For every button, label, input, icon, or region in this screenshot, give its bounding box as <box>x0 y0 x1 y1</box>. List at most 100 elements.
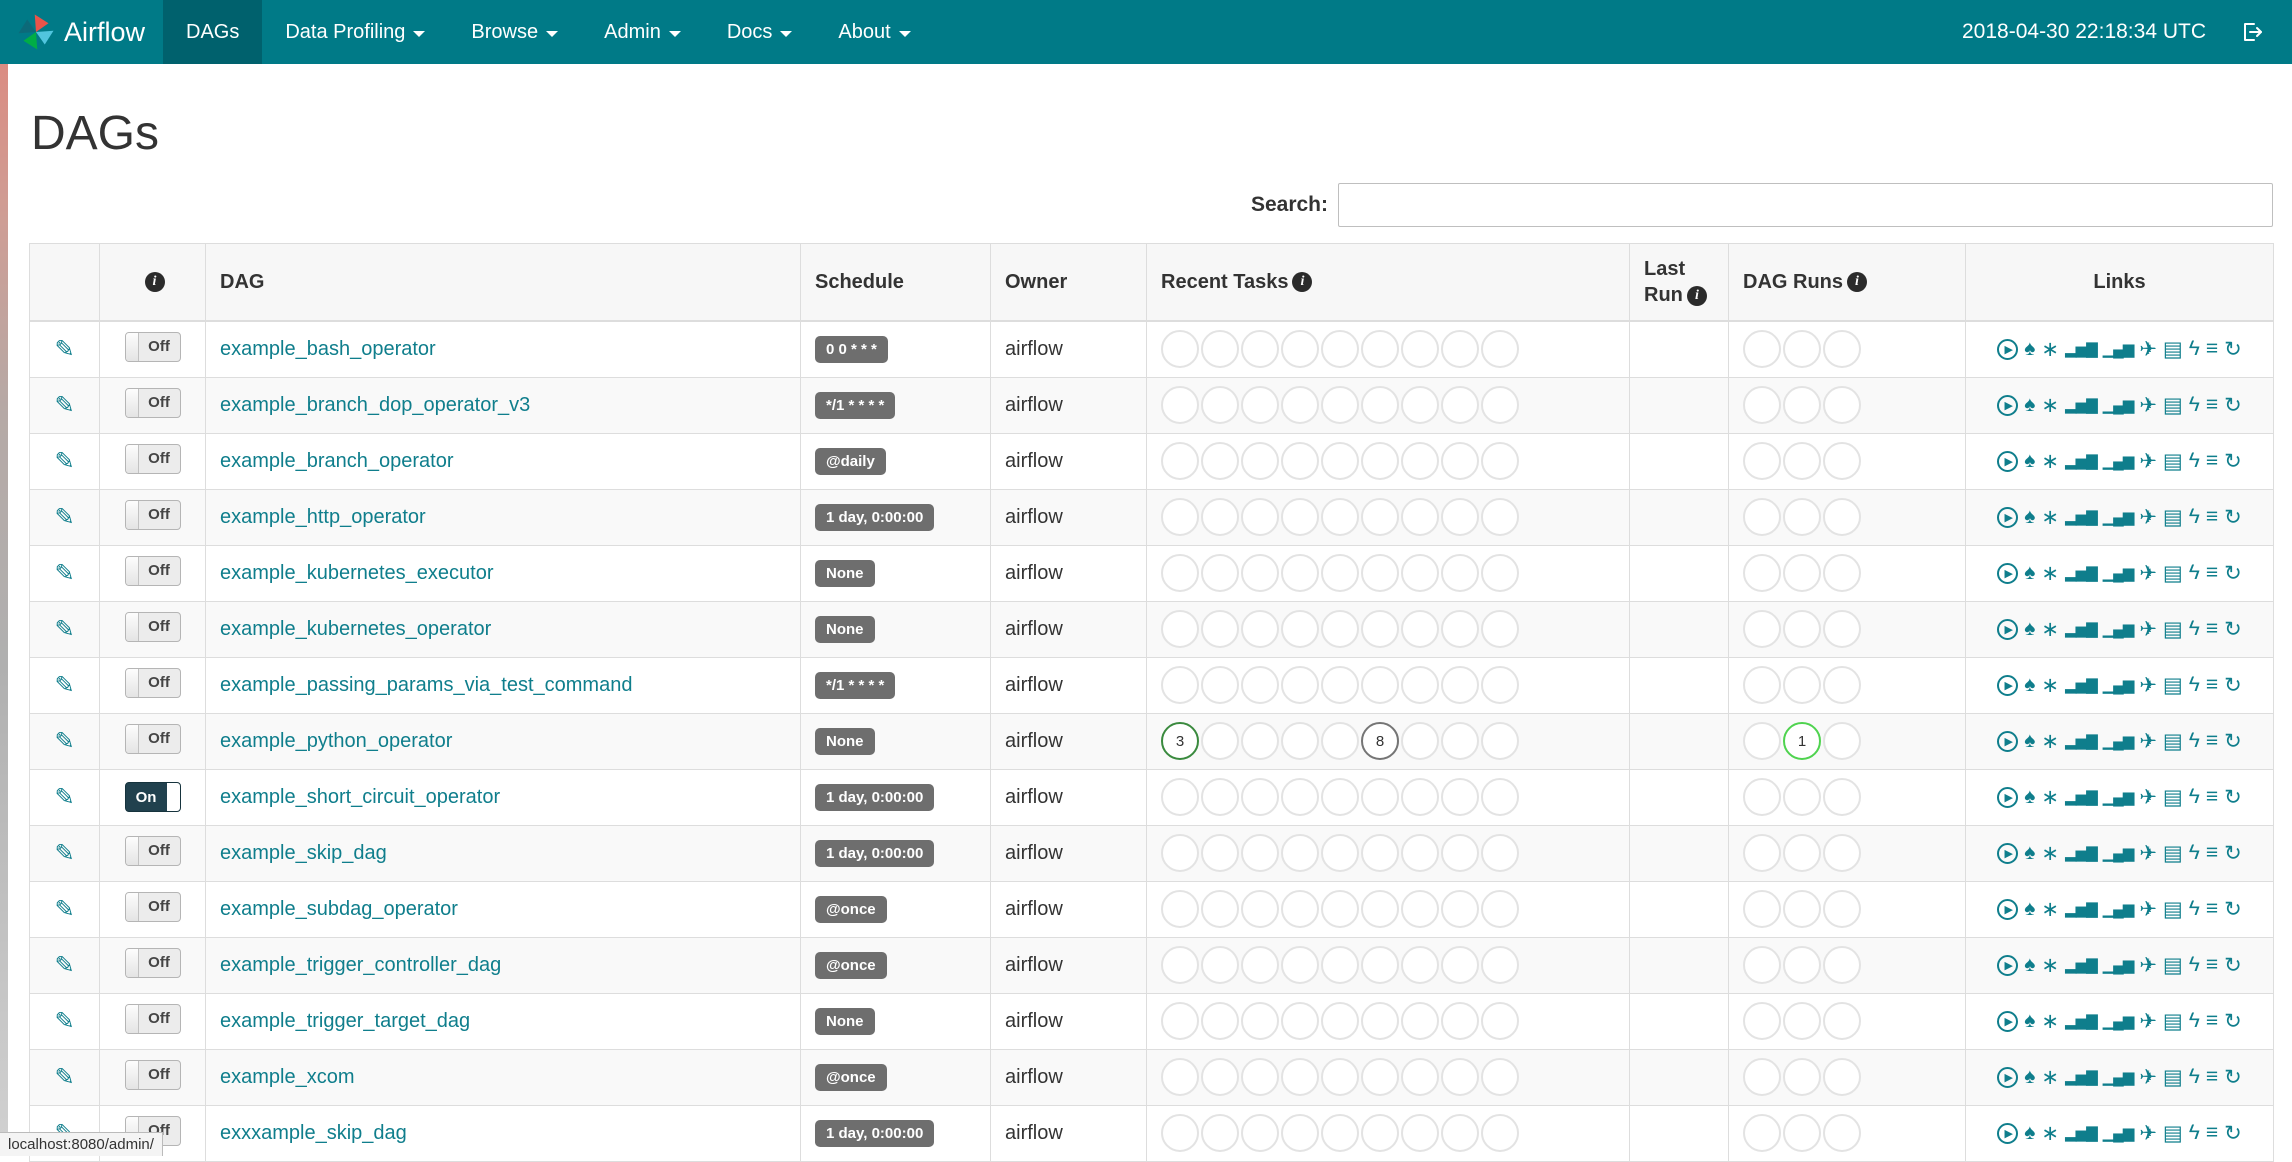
gantt-view-icon[interactable]: ▤ <box>2163 1065 2183 1090</box>
nav-item-data-profiling[interactable]: Data Profiling <box>262 0 448 64</box>
recent-task-circle[interactable] <box>1201 330 1239 369</box>
recent-task-circle[interactable] <box>1241 1002 1279 1040</box>
logs-icon[interactable]: ≡ <box>2206 1009 2218 1033</box>
task-duration-icon[interactable]: ▂▅▇ <box>2065 844 2098 862</box>
recent-task-circle[interactable] <box>1281 666 1319 704</box>
recent-task-circle[interactable] <box>1441 1058 1479 1096</box>
recent-task-circle[interactable] <box>1321 498 1359 536</box>
recent-task-circle[interactable] <box>1241 442 1279 480</box>
gantt-view-icon[interactable]: ▤ <box>2163 1121 2183 1146</box>
recent-task-circle[interactable] <box>1321 722 1359 760</box>
dag-link[interactable]: example_short_circuit_operator <box>220 786 500 808</box>
dag-run-circle[interactable] <box>1823 666 1861 704</box>
dag-run-circle[interactable] <box>1783 666 1821 704</box>
recent-task-circle[interactable] <box>1361 610 1399 648</box>
recent-task-circle[interactable] <box>1401 946 1439 984</box>
recent-task-circle[interactable] <box>1201 946 1239 984</box>
edit-dag-icon[interactable]: ✎ <box>54 728 74 755</box>
task-tries-icon[interactable]: ▁▄▆ <box>2103 844 2135 862</box>
recent-task-circle[interactable] <box>1401 554 1439 592</box>
code-view-icon[interactable]: ϟ <box>2189 1065 2200 1089</box>
schedule-badge[interactable]: @once <box>815 895 887 923</box>
recent-task-circle[interactable] <box>1201 722 1239 760</box>
recent-task-circle[interactable] <box>1401 834 1439 872</box>
tree-view-icon[interactable]: ♠ <box>2024 449 2035 473</box>
tree-view-icon[interactable]: ♠ <box>2024 505 2035 529</box>
recent-task-circle[interactable] <box>1481 442 1519 480</box>
recent-task-circle[interactable] <box>1441 1002 1479 1040</box>
search-input[interactable] <box>1338 183 2273 227</box>
logs-icon[interactable]: ≡ <box>2206 505 2218 529</box>
recent-task-circle[interactable] <box>1481 386 1519 424</box>
recent-task-circle[interactable] <box>1241 386 1279 424</box>
recent-task-circle[interactable] <box>1241 890 1279 928</box>
dag-run-circle[interactable] <box>1783 610 1821 648</box>
dag-run-circle[interactable] <box>1823 890 1861 928</box>
trigger-dag-icon[interactable]: ▶ <box>1997 954 2019 976</box>
recent-task-circle[interactable] <box>1481 1114 1519 1152</box>
dag-run-circle[interactable] <box>1743 554 1781 592</box>
recent-task-circle[interactable]: 3 <box>1161 722 1199 760</box>
edit-dag-icon[interactable]: ✎ <box>54 392 74 419</box>
task-tries-icon[interactable]: ▁▄▆ <box>2103 788 2135 806</box>
recent-task-circle[interactable] <box>1321 1114 1359 1152</box>
task-duration-icon[interactable]: ▂▅▇ <box>2065 1068 2098 1086</box>
dag-run-circle[interactable]: 1 <box>1783 722 1821 760</box>
recent-task-circle[interactable] <box>1401 1058 1439 1096</box>
recent-task-circle[interactable] <box>1201 1002 1239 1040</box>
recent-task-circle[interactable] <box>1401 442 1439 480</box>
recent-task-circle[interactable] <box>1281 834 1319 872</box>
dag-link[interactable]: example_xcom <box>220 1066 355 1088</box>
recent-task-circle[interactable] <box>1281 1002 1319 1040</box>
recent-task-circle[interactable] <box>1481 946 1519 984</box>
schedule-badge[interactable]: None <box>815 1007 875 1035</box>
trigger-dag-icon[interactable]: ▶ <box>1997 898 2019 920</box>
graph-view-icon[interactable]: ∗ <box>2041 841 2059 866</box>
recent-task-circle[interactable] <box>1161 386 1199 424</box>
recent-task-circle[interactable] <box>1481 778 1519 816</box>
trigger-dag-icon[interactable]: ▶ <box>1997 618 2019 640</box>
nav-item-about[interactable]: About <box>815 0 933 64</box>
task-duration-icon[interactable]: ▂▅▇ <box>2065 900 2098 918</box>
landing-times-icon[interactable]: ✈ <box>2139 561 2157 586</box>
dag-run-circle[interactable] <box>1783 946 1821 984</box>
refresh-icon[interactable]: ↻ <box>2224 617 2242 642</box>
dag-run-circle[interactable] <box>1823 946 1861 984</box>
refresh-icon[interactable]: ↻ <box>2224 841 2242 866</box>
code-view-icon[interactable]: ϟ <box>2189 617 2200 641</box>
dag-link[interactable]: example_trigger_target_dag <box>220 1010 470 1032</box>
gantt-view-icon[interactable]: ▤ <box>2163 1009 2183 1034</box>
recent-task-circle[interactable] <box>1241 778 1279 816</box>
trigger-dag-icon[interactable]: ▶ <box>1997 842 2019 864</box>
graph-view-icon[interactable]: ∗ <box>2041 393 2059 418</box>
landing-times-icon[interactable]: ✈ <box>2139 673 2157 698</box>
landing-times-icon[interactable]: ✈ <box>2139 729 2157 754</box>
recent-task-circle[interactable] <box>1481 722 1519 760</box>
task-tries-icon[interactable]: ▁▄▆ <box>2103 676 2135 694</box>
tree-view-icon[interactable]: ♠ <box>2024 1121 2035 1145</box>
schedule-badge[interactable]: @daily <box>815 447 886 475</box>
nav-item-browse[interactable]: Browse <box>448 0 581 64</box>
recent-task-circle[interactable]: 8 <box>1361 722 1399 760</box>
recent-task-circle[interactable] <box>1201 386 1239 424</box>
recent-task-circle[interactable] <box>1281 1058 1319 1096</box>
recent-task-circle[interactable] <box>1441 946 1479 984</box>
recent-task-circle[interactable] <box>1481 330 1519 369</box>
code-view-icon[interactable]: ϟ <box>2189 841 2200 865</box>
recent-task-circle[interactable] <box>1321 1002 1359 1040</box>
refresh-icon[interactable]: ↻ <box>2224 1065 2242 1090</box>
dag-run-circle[interactable] <box>1743 330 1781 369</box>
dag-run-circle[interactable] <box>1743 498 1781 536</box>
task-tries-icon[interactable]: ▁▄▆ <box>2103 900 2135 918</box>
dag-run-circle[interactable] <box>1783 834 1821 872</box>
landing-times-icon[interactable]: ✈ <box>2139 1121 2157 1146</box>
dag-run-circle[interactable] <box>1823 1114 1861 1152</box>
graph-view-icon[interactable]: ∗ <box>2041 505 2059 530</box>
recent-task-circle[interactable] <box>1361 1058 1399 1096</box>
dag-link[interactable]: example_http_operator <box>220 506 426 528</box>
landing-times-icon[interactable]: ✈ <box>2139 337 2157 362</box>
gantt-view-icon[interactable]: ▤ <box>2163 561 2183 586</box>
graph-view-icon[interactable]: ∗ <box>2041 953 2059 978</box>
logs-icon[interactable]: ≡ <box>2206 337 2218 361</box>
dag-run-circle[interactable] <box>1823 778 1861 816</box>
